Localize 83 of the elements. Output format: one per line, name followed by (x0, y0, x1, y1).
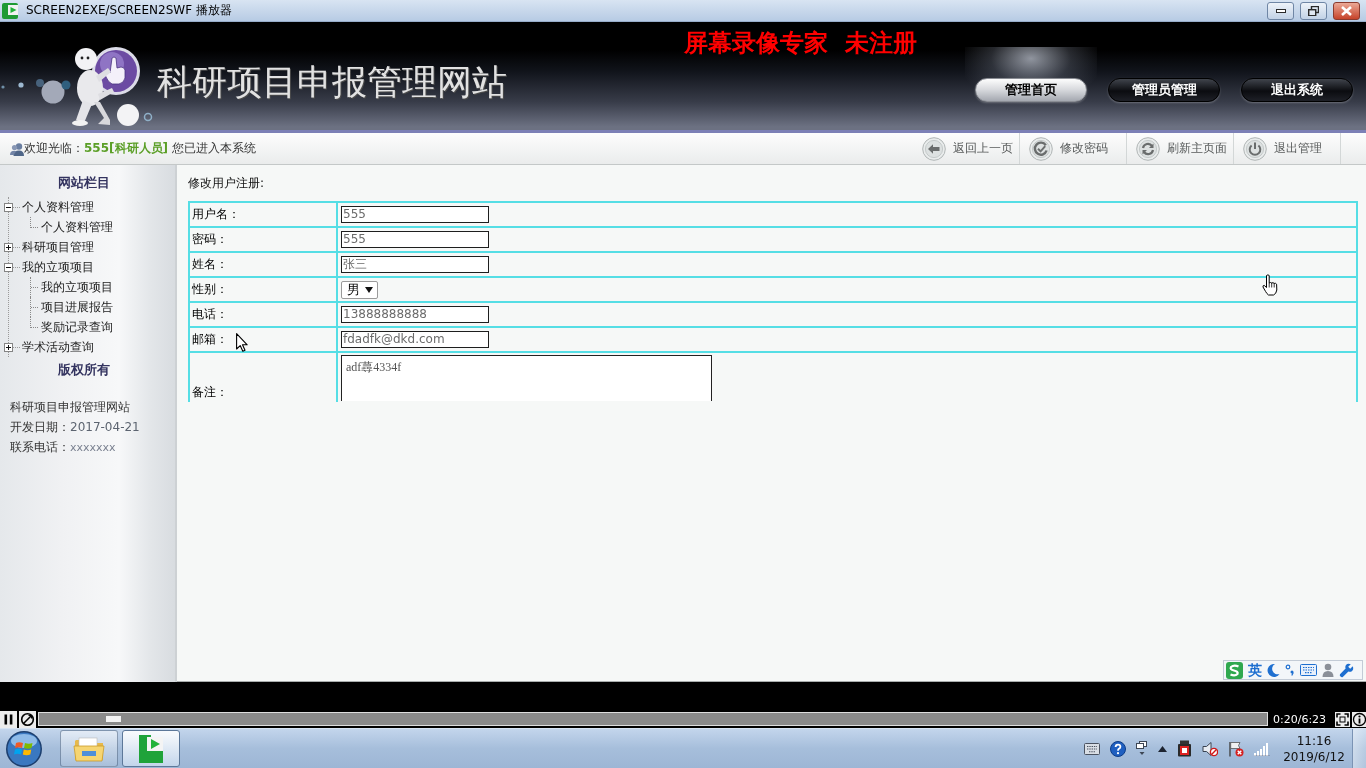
close-button[interactable] (1333, 1, 1360, 20)
caret-down-icon (365, 286, 373, 293)
toolbar-button[interactable]: 修改密码 (1020, 133, 1127, 164)
user-icon (10, 141, 24, 156)
submenu-item[interactable]: 项目进展报告 (41, 299, 113, 315)
text-input-field[interactable]: 555 (341, 206, 489, 223)
plus-box-icon[interactable] (4, 342, 13, 352)
nav-tab[interactable]: 管理首页 (975, 78, 1087, 102)
signal-bars-icon[interactable] (1254, 741, 1270, 756)
nav-tab[interactable]: 退出系统 (1241, 78, 1353, 102)
app-icon (2, 2, 18, 19)
text-input-field[interactable]: 张三 (341, 256, 489, 273)
clock-button[interactable]: 11:16 2019/6/12 (1280, 732, 1348, 765)
refresh-icon (1136, 136, 1160, 161)
wrench-icon[interactable] (1339, 662, 1354, 678)
seek-thumb[interactable] (105, 716, 121, 722)
help-icon[interactable] (1110, 740, 1126, 757)
power-icon (1243, 136, 1267, 161)
field-label: 用户名： (192, 207, 240, 221)
text-input-field[interactable]: fdadfk@dkd.com (341, 331, 489, 348)
menu-item[interactable]: 科研项目管理 (22, 239, 94, 255)
playback-time: 0:20/6:23 (1273, 712, 1328, 726)
menu-item[interactable]: 学术活动查询 (22, 339, 94, 355)
field-label: 电话： (192, 307, 228, 321)
field-label: 性别： (192, 282, 228, 296)
submenu-item[interactable]: 个人资料管理 (41, 219, 113, 235)
muted-speaker-icon[interactable] (1202, 740, 1218, 757)
input-method-logo-icon[interactable] (1226, 661, 1243, 679)
gender-select[interactable]: 男 (341, 280, 378, 299)
device-icon[interactable] (1177, 740, 1192, 757)
submenu-item[interactable]: 我的立项项目 (41, 279, 113, 295)
minimize-button[interactable] (1267, 1, 1294, 20)
text-input-field[interactable]: 555 (341, 231, 489, 248)
form-title: 修改用户注册: (188, 175, 266, 191)
sidebar-heading: 网站栏目 (58, 175, 110, 190)
pause-icon[interactable] (0, 710, 17, 728)
textarea-field[interactable]: adf蕁4334f (341, 355, 712, 401)
toolbar-button[interactable]: 刷新主页面 (1127, 133, 1234, 164)
taskbar-app-button[interactable] (122, 730, 180, 767)
punctuation-icon[interactable] (1285, 664, 1295, 676)
plus-box-icon[interactable] (4, 242, 13, 252)
minimize-icon[interactable] (1275, 8, 1286, 13)
sidebar-heading: 版权所有 (58, 362, 110, 377)
minus-box-icon[interactable] (4, 202, 13, 212)
menu-item[interactable]: 个人资料管理 (22, 199, 94, 215)
restore-button[interactable] (1300, 1, 1327, 20)
keyboard-icon[interactable] (1300, 664, 1317, 676)
person-icon[interactable] (1322, 663, 1334, 677)
flag-icon[interactable] (1228, 740, 1244, 757)
toolbar-button[interactable]: 返回上一页 (913, 133, 1020, 164)
info-icon[interactable] (1352, 711, 1366, 727)
site-info-text: 联系电话：xxxxxxx (10, 440, 116, 454)
arrow-cursor-icon (236, 333, 248, 352)
overlapped-windows-icon[interactable] (1136, 740, 1148, 757)
start-orb-icon[interactable] (5, 729, 43, 768)
keyboard-icon[interactable] (1084, 742, 1100, 755)
fullscreen-icon[interactable] (1335, 711, 1350, 727)
site-info-text: 科研项目申报管理网站 (10, 400, 130, 414)
hand-cursor-icon (1262, 274, 1278, 296)
window-title: SCREEN2EXE/SCREEN2SWF 播放器 (26, 2, 232, 19)
unregistered-notice: 屏幕录像专家 未注册 (684, 28, 917, 57)
moon-icon[interactable] (1267, 663, 1280, 677)
field-label: 备注： (192, 385, 228, 399)
field-label: 密码： (192, 232, 228, 246)
toolbar-button[interactable]: 退出管理 (1234, 133, 1341, 164)
minus-box-icon[interactable] (4, 262, 13, 272)
circle-slash-icon[interactable] (19, 710, 36, 728)
close-icon[interactable] (1341, 5, 1352, 16)
site-title: 科研项目申报管理网站 (157, 62, 507, 102)
input-mode-button[interactable]: 英 (1248, 662, 1262, 678)
circular-check-icon (1029, 136, 1053, 161)
site-info-text: 开发日期：2017-04-21 (10, 420, 140, 434)
text-input-field[interactable]: 13888888888 (341, 306, 489, 323)
nav-tab[interactable]: 管理员管理 (1108, 78, 1220, 102)
arrow-left-icon (922, 136, 946, 161)
field-label: 邮箱： (192, 332, 228, 346)
restore-icon[interactable] (1308, 5, 1319, 16)
caret-up-icon[interactable] (1158, 745, 1167, 752)
taskbar-app-button[interactable] (60, 730, 118, 767)
submenu-item[interactable]: 奖励记录查询 (41, 319, 113, 335)
menu-item[interactable]: 我的立项项目 (22, 259, 94, 275)
welcome-message: 欢迎光临：555[科研人员] 您已进入本系统 (24, 140, 256, 157)
field-label: 姓名： (192, 257, 228, 271)
